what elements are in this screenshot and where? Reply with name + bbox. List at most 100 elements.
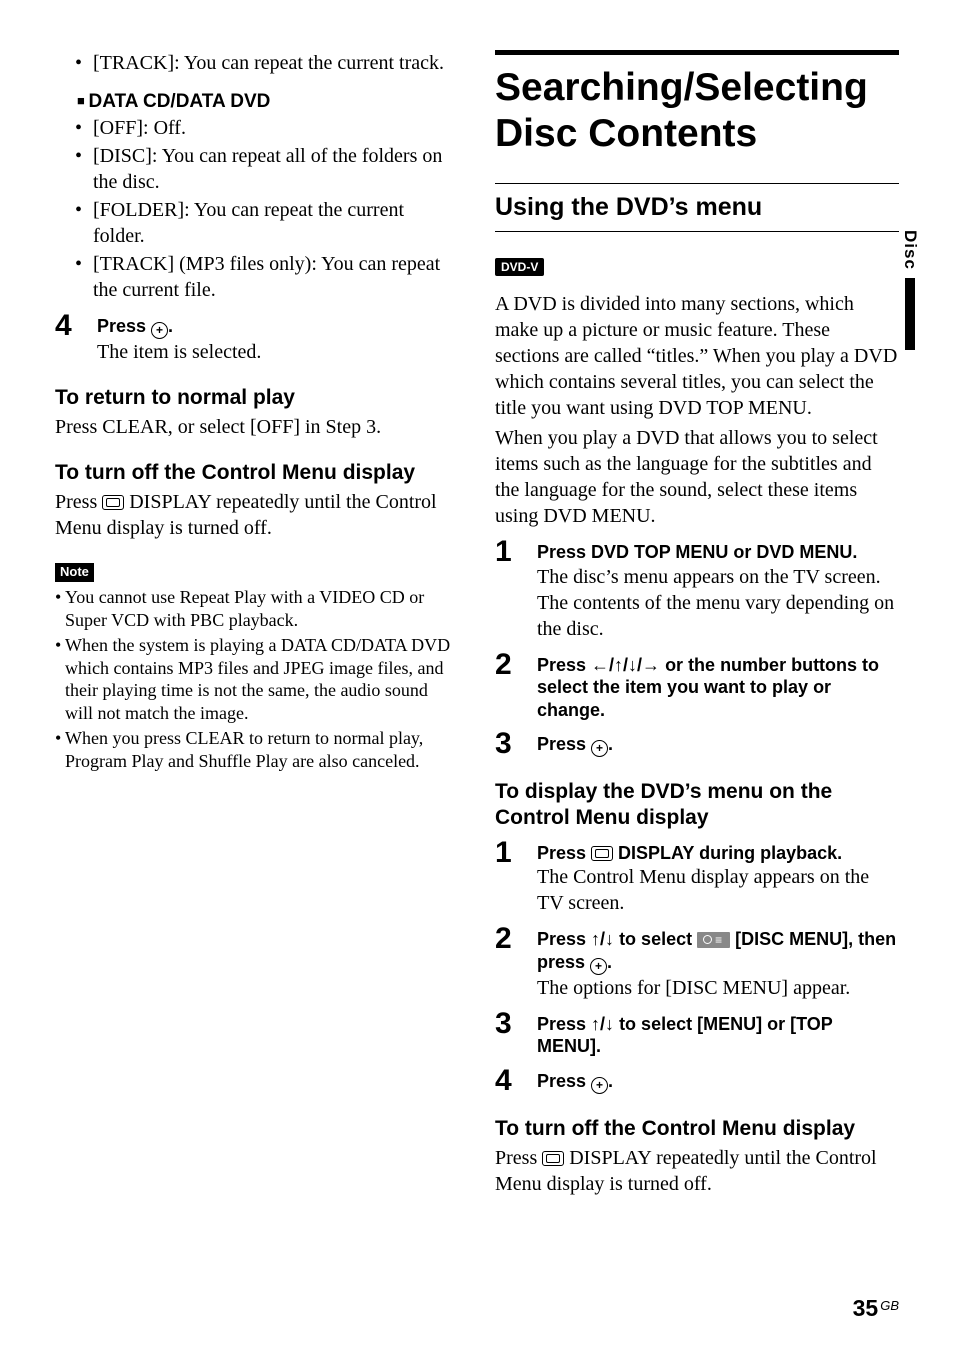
step-a-1: 1 Press DVD TOP MENU or DVD MENU. The di… bbox=[495, 537, 899, 642]
plus-button-icon: + bbox=[591, 1077, 608, 1094]
step-lead: Press +. bbox=[97, 315, 459, 339]
page-columns: [TRACK]: You can repeat the current trac… bbox=[55, 50, 899, 1201]
arrow-icons: ←/↑/↓/→ bbox=[591, 655, 660, 675]
bullet-list-data: [OFF]: Off. [DISC]: You can repeat all o… bbox=[55, 115, 459, 303]
step-4: 4 Press +. The item is selected. bbox=[55, 311, 459, 365]
step-lead: Press ↑/↓ to select [DISC MENU], then pr… bbox=[537, 928, 899, 975]
step-body: Press +. bbox=[537, 729, 899, 759]
list-item: You cannot use Repeat Play with a VIDEO … bbox=[65, 586, 459, 631]
display-button-icon bbox=[102, 495, 124, 510]
step-b-2: 2 Press ↑/↓ to select [DISC MENU], then … bbox=[495, 924, 899, 1001]
heading-return-normal-play: To return to normal play bbox=[55, 385, 459, 410]
paragraph-turn-off: Press DISPLAY repeatedly until the Contr… bbox=[55, 489, 459, 541]
paragraph-turn-off-2: Press DISPLAY repeatedly until the Contr… bbox=[495, 1145, 899, 1197]
lead-b: . bbox=[608, 1071, 613, 1091]
lead-a: Press bbox=[537, 843, 591, 863]
step-body-text: The item is selected. bbox=[97, 339, 459, 365]
step-number: 2 bbox=[495, 650, 523, 722]
list-item: [TRACK]: You can repeat the current trac… bbox=[93, 50, 459, 76]
plus-button-icon: + bbox=[590, 958, 607, 975]
bullet-list-top: [TRACK]: You can repeat the current trac… bbox=[55, 50, 459, 76]
list-item: When the system is playing a DATA CD/DAT… bbox=[65, 634, 459, 724]
lead-a: Press bbox=[537, 734, 591, 754]
square-bullet-icon: ■ bbox=[77, 93, 88, 108]
step-lead-text-a: Press bbox=[97, 316, 151, 336]
notes-list: You cannot use Repeat Play with a VIDEO … bbox=[55, 586, 459, 772]
step-lead: Press +. bbox=[537, 733, 899, 757]
data-media-subhead: ■ DATA CD/DATA DVD bbox=[77, 90, 459, 113]
subtitle: Using the DVD’s menu bbox=[495, 193, 899, 222]
list-item: When you press CLEAR to return to normal… bbox=[65, 727, 459, 772]
step-lead-text-b: . bbox=[168, 316, 173, 336]
step-lead: Press ←/↑/↓/→ or the number buttons to s… bbox=[537, 654, 899, 722]
intro-paragraph-a: A DVD is divided into many sections, whi… bbox=[495, 291, 899, 421]
list-item: [FOLDER]: You can repeat the current fol… bbox=[93, 197, 459, 249]
page-number: 35 bbox=[853, 1295, 879, 1321]
note-label: Note bbox=[55, 563, 94, 582]
step-body: Press DISPLAY during playback. The Contr… bbox=[537, 838, 899, 917]
list-item: [OFF]: Off. bbox=[93, 115, 459, 141]
step-body-text: The Control Menu display appears on the … bbox=[537, 864, 899, 916]
intro-paragraph-b: When you play a DVD that allows you to s… bbox=[495, 425, 899, 529]
step-a-2: 2 Press ←/↑/↓/→ or the number buttons to… bbox=[495, 650, 899, 722]
subtitle-bar: Using the DVD’s menu bbox=[495, 183, 899, 232]
step-body: Press ↑/↓ to select [DISC MENU], then pr… bbox=[537, 924, 899, 1001]
step-number: 1 bbox=[495, 838, 523, 917]
step-body: Press +. bbox=[537, 1066, 899, 1096]
p-off2-a: Press bbox=[495, 1147, 542, 1169]
arrow-icons: ↑/↓ bbox=[591, 929, 614, 949]
lead-a: Press bbox=[537, 929, 591, 949]
display-button-icon bbox=[542, 1151, 564, 1166]
lead-b: DISPLAY during playback. bbox=[613, 843, 842, 863]
p-off-a: Press bbox=[55, 491, 102, 513]
step-body: Press DVD TOP MENU or DVD MENU. The disc… bbox=[537, 537, 899, 642]
step-number: 4 bbox=[55, 311, 83, 365]
step-a-3: 3 Press +. bbox=[495, 729, 899, 759]
step-number: 2 bbox=[495, 924, 523, 1001]
dvd-v-tag: DVD-V bbox=[495, 258, 544, 276]
column-top-rule: Searching/Selecting Disc Contents Using … bbox=[495, 50, 899, 1197]
plus-button-icon: + bbox=[591, 740, 608, 757]
lead-d: . bbox=[607, 952, 612, 972]
step-b-3: 3 Press ↑/↓ to select [MENU] or [TOP MEN… bbox=[495, 1009, 899, 1058]
disc-menu-icon bbox=[697, 932, 730, 948]
section-title: Searching/Selecting Disc Contents bbox=[495, 65, 899, 157]
heading-display-dvd-menu: To display the DVD’s menu on the Control… bbox=[495, 779, 899, 829]
side-tab-bar bbox=[905, 278, 915, 350]
arrow-icons: ↑/↓ bbox=[591, 1014, 614, 1034]
lead-a: Press bbox=[537, 1014, 591, 1034]
section-side-tab: Disc bbox=[900, 230, 920, 350]
lead-b: . bbox=[608, 734, 613, 754]
step-body: Press +. The item is selected. bbox=[97, 311, 459, 365]
step-number: 1 bbox=[495, 537, 523, 642]
lead-b: to select bbox=[614, 929, 697, 949]
step-body: Press ←/↑/↓/→ or the number buttons to s… bbox=[537, 650, 899, 722]
step-lead: Press +. bbox=[537, 1070, 899, 1094]
heading-turn-off-control-menu: To turn off the Control Menu display bbox=[55, 460, 459, 485]
list-item: [TRACK] (MP3 files only): You can repeat… bbox=[93, 251, 459, 303]
step-lead: Press ↑/↓ to select [MENU] or [TOP MENU]… bbox=[537, 1013, 899, 1058]
list-item: [DISC]: You can repeat all of the folder… bbox=[93, 143, 459, 195]
step-lead: Press DVD TOP MENU or DVD MENU. bbox=[537, 541, 899, 564]
plus-button-icon: + bbox=[151, 322, 168, 339]
page-footer: 35GB bbox=[853, 1295, 899, 1322]
step-number: 3 bbox=[495, 1009, 523, 1058]
side-tab-label: Disc bbox=[900, 230, 920, 270]
step-body: Press ↑/↓ to select [MENU] or [TOP MENU]… bbox=[537, 1009, 899, 1058]
subhead-text: DATA CD/DATA DVD bbox=[88, 91, 270, 112]
step-body-text: The disc’s menu appears on the TV screen… bbox=[537, 564, 899, 642]
step-b-4: 4 Press +. bbox=[495, 1066, 899, 1096]
display-button-icon bbox=[591, 846, 613, 861]
step-b-1: 1 Press DISPLAY during playback. The Con… bbox=[495, 838, 899, 917]
step-lead: Press DISPLAY during playback. bbox=[537, 842, 899, 865]
heading-turn-off-control-menu-2: To turn off the Control Menu display bbox=[495, 1116, 899, 1141]
right-column: Searching/Selecting Disc Contents Using … bbox=[495, 50, 899, 1201]
lead-a: Press bbox=[537, 1071, 591, 1091]
step-number: 3 bbox=[495, 729, 523, 759]
page-lang: GB bbox=[880, 1298, 899, 1313]
step-number: 4 bbox=[495, 1066, 523, 1096]
step-body-text: The options for [DISC MENU] appear. bbox=[537, 975, 899, 1001]
lead-a: Press bbox=[537, 655, 591, 675]
paragraph-normal-play: Press CLEAR, or select [OFF] in Step 3. bbox=[55, 414, 459, 440]
left-column: [TRACK]: You can repeat the current trac… bbox=[55, 50, 459, 1201]
